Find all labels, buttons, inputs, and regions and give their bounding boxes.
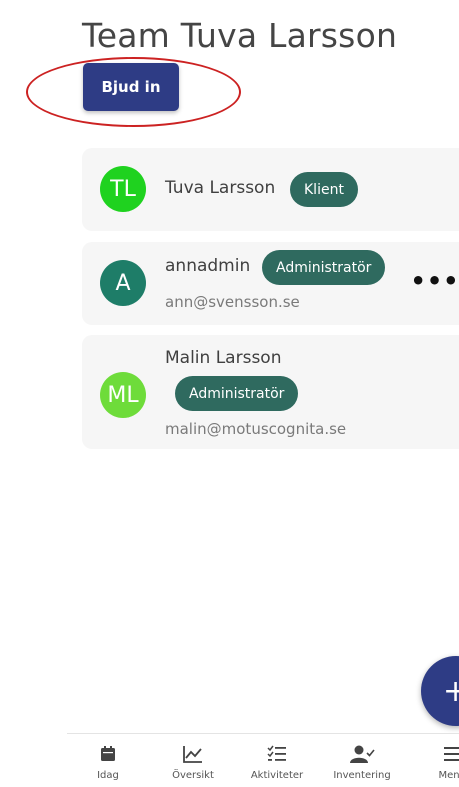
member-email: ann@svensson.se xyxy=(165,293,300,311)
nav-item-meny[interactable]: Meny xyxy=(410,744,459,781)
member-card-annadmin[interactable]: A annadmin Administratör ann@svensson.se… xyxy=(82,242,459,325)
nav-item-inventering[interactable]: Inventering xyxy=(320,744,404,781)
checklist-icon xyxy=(267,745,286,761)
add-fab-button[interactable]: + xyxy=(421,656,459,726)
invite-button[interactable]: Bjud in xyxy=(83,63,179,111)
avatar: ML xyxy=(100,372,146,418)
avatar: A xyxy=(100,260,146,306)
nav-label: Inventering xyxy=(333,770,391,781)
member-email: malin@motuscognita.se xyxy=(165,420,347,438)
more-options-icon[interactable]: ••• xyxy=(410,266,458,296)
role-badge: Klient xyxy=(290,172,358,207)
nav-item-aktiviteter[interactable]: Aktiviteter xyxy=(235,744,319,781)
avatar-initials: A xyxy=(115,270,131,296)
page-title: Team Tuva Larsson xyxy=(82,16,398,55)
role-badge: Administratör xyxy=(262,250,386,285)
menu-icon xyxy=(444,747,459,761)
nav-item-idag[interactable]: Idag xyxy=(66,744,150,781)
member-card-malin[interactable]: ML Malin Larsson Administratör malin@mot… xyxy=(82,335,459,449)
calendar-icon xyxy=(101,746,115,761)
nav-label: Översikt xyxy=(172,770,214,781)
member-name: Malin Larsson xyxy=(165,348,282,368)
avatar: TL xyxy=(100,166,146,212)
member-name: Tuva Larsson xyxy=(165,178,276,198)
member-name: annadmin xyxy=(165,256,251,276)
nav-item-oversikt[interactable]: Översikt xyxy=(151,744,235,781)
bottom-nav: Idag Översikt Aktiviteter Inventering Me… xyxy=(67,733,459,787)
avatar-initials: ML xyxy=(107,382,139,408)
nav-label: Idag xyxy=(97,770,119,781)
chart-icon xyxy=(183,746,202,763)
member-card-tuva[interactable]: TL Tuva Larsson Klient xyxy=(82,148,459,231)
nav-label: Aktiviteter xyxy=(250,770,304,781)
nav-label: Meny xyxy=(438,770,459,781)
role-badge: Administratör xyxy=(175,376,299,411)
person-check-icon xyxy=(350,745,375,763)
avatar-initials: TL xyxy=(110,176,136,202)
team-page: Team Tuva Larsson Bjud in TL Tuva Larsso… xyxy=(0,0,459,787)
